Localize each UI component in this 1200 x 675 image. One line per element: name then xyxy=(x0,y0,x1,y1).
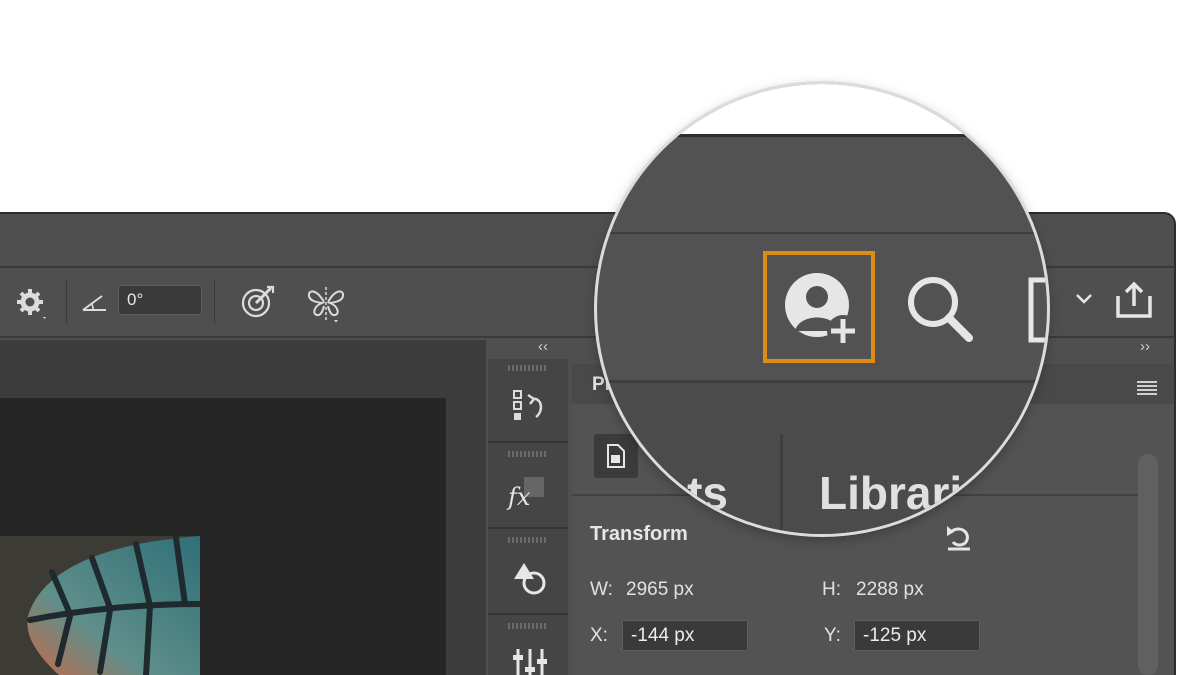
invite-user-icon[interactable] xyxy=(781,269,861,349)
width-value: 2965 px xyxy=(626,579,694,600)
magnifier-lens: nts Librari xyxy=(597,84,1047,534)
angle-input[interactable]: 0° xyxy=(118,285,202,315)
lens-tab-row xyxy=(597,389,1047,439)
svg-text:fx: fx xyxy=(506,483,531,511)
leaf-artwork xyxy=(0,536,200,675)
sliders-icon xyxy=(513,649,547,675)
lens-window-edge xyxy=(597,134,1047,137)
collapse-right-button[interactable]: ›› xyxy=(1140,338,1150,355)
panel-icon-strip: fx xyxy=(488,359,568,675)
y-position-input[interactable]: -125 px xyxy=(854,620,980,651)
drag-handle[interactable] xyxy=(508,537,548,543)
lens-tab-divider xyxy=(780,434,783,534)
shapes-icon xyxy=(514,563,546,595)
x-position-input[interactable]: -144 px xyxy=(622,620,748,651)
fx-icon: fx xyxy=(506,477,544,511)
symmetry-butterfly-icon[interactable] xyxy=(304,284,348,324)
drag-handle[interactable] xyxy=(508,365,548,371)
tab-libraries-partial[interactable]: Librari xyxy=(819,466,962,520)
drag-handle[interactable] xyxy=(508,451,548,457)
toolbar-separator xyxy=(66,280,67,324)
history-panel-button[interactable] xyxy=(488,359,568,443)
lens-divider xyxy=(597,232,1047,234)
tab-adjustments-partial[interactable]: nts xyxy=(659,466,728,520)
history-icon xyxy=(513,390,543,420)
chevron-down-icon[interactable] xyxy=(1074,292,1094,306)
panel-menu-icon[interactable] xyxy=(1136,380,1158,396)
search-icon[interactable] xyxy=(905,274,975,344)
width-label: W: xyxy=(590,579,613,600)
height-label: H: xyxy=(822,579,841,600)
panel-scrollbar[interactable] xyxy=(1138,454,1158,675)
toolbar-separator xyxy=(214,280,215,324)
height-value: 2288 px xyxy=(856,579,924,600)
lens-background-white xyxy=(597,84,1047,134)
shapes-panel-button[interactable] xyxy=(488,531,568,615)
gear-icon[interactable] xyxy=(16,288,50,320)
collapse-left-button[interactable]: ‹‹ xyxy=(538,338,548,355)
angle-icon xyxy=(82,295,106,311)
target-brush-icon[interactable] xyxy=(240,284,276,320)
arrange-documents-icon[interactable] xyxy=(1027,274,1047,344)
drag-handle[interactable] xyxy=(508,623,548,629)
styles-panel-button[interactable]: fx xyxy=(488,445,568,529)
x-label: X: xyxy=(590,625,608,646)
share-icon[interactable] xyxy=(1114,280,1154,320)
adjustments-panel-button[interactable] xyxy=(488,617,568,675)
y-label: Y: xyxy=(824,625,841,646)
